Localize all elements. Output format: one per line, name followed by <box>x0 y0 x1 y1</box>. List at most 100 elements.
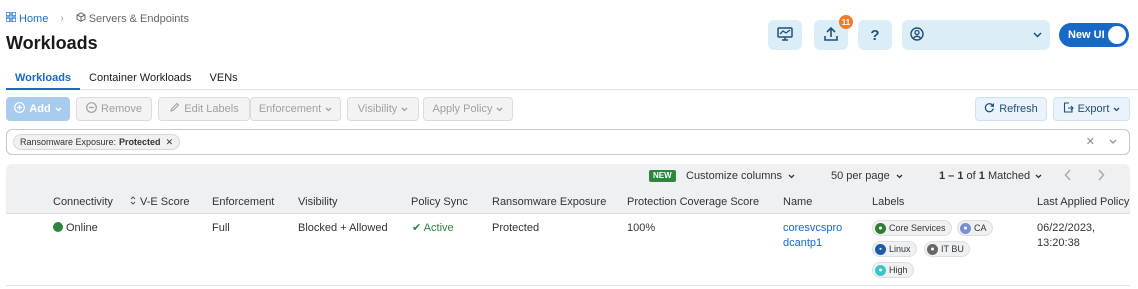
export-icon <box>1063 102 1074 116</box>
last-applied-time: 13:20:38 <box>1037 237 1080 249</box>
filter-chip[interactable]: Ransomware Exposure: Protected ✕ <box>13 134 181 150</box>
apply-policy-button[interactable]: Apply Policy <box>423 97 513 121</box>
monitor-icon <box>777 26 793 44</box>
cell-connectivity: Online <box>53 221 98 236</box>
plus-circle-icon <box>14 102 26 116</box>
per-page-label: 50 per page <box>831 170 890 182</box>
add-button[interactable]: Add <box>6 97 70 121</box>
edit-labels-button[interactable]: Edit Labels <box>158 97 250 121</box>
tab-workloads[interactable]: Workloads <box>6 68 81 90</box>
sort-icon[interactable] <box>130 196 136 208</box>
export-button[interactable]: Export <box>1053 97 1130 121</box>
label-ca-text: CA <box>974 223 987 233</box>
label-linux-text: Linux <box>889 244 911 254</box>
tab-vens[interactable]: VENs <box>201 68 247 90</box>
help-button[interactable]: ? <box>858 20 892 50</box>
breadcrumb-current-label: Servers & Endpoints <box>88 12 189 25</box>
monitor-button[interactable] <box>768 20 802 50</box>
apply-policy-label: Apply Policy <box>432 103 493 115</box>
chevron-down-icon <box>496 103 503 115</box>
col-enforcement[interactable]: Enforcement <box>212 196 274 208</box>
filter-chip-key: Ransomware Exposure: <box>20 137 117 147</box>
col-connectivity[interactable]: Connectivity <box>53 196 113 208</box>
refresh-button[interactable]: Refresh <box>975 97 1047 121</box>
grid-toolbar: NEW Customize columns 50 per page 1 – 1 … <box>6 164 1130 188</box>
label-high-text: High <box>889 265 908 275</box>
visibility-button[interactable]: Visibility <box>347 97 419 121</box>
breadcrumb-current: Servers & Endpoints <box>76 12 189 25</box>
check-icon: ✔ <box>412 222 422 234</box>
name-line-2: dcantp1 <box>783 237 823 249</box>
remove-button[interactable]: Remove <box>76 97 152 121</box>
cell-coverage: 100% <box>627 222 656 234</box>
notification-badge: 11 <box>839 15 853 29</box>
customize-columns-button[interactable]: Customize columns <box>686 170 795 182</box>
filter-actions: ✕ <box>1086 135 1117 148</box>
clear-icon[interactable]: ✕ <box>1086 135 1095 148</box>
label-it-bu-text: IT BU <box>941 244 964 254</box>
col-policy-sync[interactable]: Policy Sync <box>411 196 468 208</box>
toolbar: Add Remove Edit Labels Enforcement Visib… <box>6 97 1138 121</box>
breadcrumb-home-label: Home <box>19 12 49 25</box>
remove-chip-icon[interactable]: ✕ <box>166 137 174 148</box>
upload-button[interactable]: 11 <box>814 15 853 50</box>
chevron-down-icon <box>55 103 62 115</box>
label-it-bu: ● IT BU <box>924 241 970 257</box>
chevron-down-icon <box>325 103 332 115</box>
col-name[interactable]: Name <box>783 196 812 208</box>
export-label: Export <box>1077 103 1110 115</box>
tab-container-workloads[interactable]: Container Workloads <box>80 68 201 90</box>
label-core-services: ● Core Services <box>872 220 952 236</box>
next-page-icon[interactable] <box>1097 169 1105 184</box>
pagination-count[interactable]: 1 – 1 of 1 Matched <box>939 170 1042 182</box>
visibility-label: Visibility <box>357 103 398 115</box>
minus-circle-icon <box>86 102 97 116</box>
col-ransomware-exposure[interactable]: Ransomware Exposure <box>492 196 606 208</box>
user-icon <box>910 26 924 44</box>
cell-ransomware: Protected <box>492 222 540 234</box>
new-badge: NEW <box>649 170 676 182</box>
prev-page-icon[interactable] <box>1064 169 1072 184</box>
label-ca: ● CA <box>957 220 993 236</box>
label-core-services-text: Core Services <box>889 223 946 233</box>
workload-name-link[interactable]: coresvcspro dcantp1 <box>783 221 842 251</box>
matched-label: Matched <box>987 170 1031 182</box>
remove-label: Remove <box>101 103 142 115</box>
col-labels[interactable]: Labels <box>872 196 904 208</box>
cell-policy-sync: ✔ Active <box>412 221 454 236</box>
cell-visibility: Blocked + Allowed <box>298 222 388 234</box>
os-icon: ▪ <box>875 243 886 255</box>
col-visibility[interactable]: Visibility <box>298 196 338 208</box>
refresh-icon <box>984 102 995 116</box>
last-applied-date: 06/22/2023, <box>1037 222 1096 234</box>
col-protection-coverage[interactable]: Protection Coverage Score <box>627 196 759 208</box>
new-ui-label: New UI <box>1068 29 1105 41</box>
enforcement-button[interactable]: Enforcement <box>250 97 341 121</box>
col-last-applied-policy[interactable]: Last Applied Policy <box>1037 196 1129 208</box>
role-icon: ● <box>875 222 886 234</box>
chevron-down-icon <box>1033 29 1042 41</box>
chevron-down-icon[interactable] <box>1109 135 1117 148</box>
total-label: 1 <box>978 170 985 182</box>
chevron-down-icon <box>788 170 795 182</box>
of-label: of <box>966 170 976 182</box>
chevron-right-icon: › <box>60 13 64 24</box>
filter-chip-value: Protected <box>119 137 161 147</box>
new-ui-toggle[interactable]: New UI <box>1059 23 1129 47</box>
name-line-1: coresvcspro <box>783 222 843 234</box>
breadcrumb-home[interactable]: Home <box>5 11 49 25</box>
user-menu[interactable] <box>902 20 1050 50</box>
filter-bar[interactable]: Ransomware Exposure: Protected ✕ ✕ <box>6 129 1130 155</box>
col-ve-score[interactable]: V-E Score <box>140 196 190 208</box>
per-page-select[interactable]: 50 per page <box>831 170 903 182</box>
chevron-down-icon <box>896 170 903 182</box>
upload-icon <box>823 26 839 45</box>
add-label: Add <box>29 103 51 115</box>
table-row[interactable]: Online Full Blocked + Allowed ✔ Active P… <box>6 214 1130 286</box>
pencil-icon <box>169 102 180 116</box>
page-title: Workloads <box>6 33 98 53</box>
label-linux: ▪ Linux <box>872 241 917 257</box>
breadcrumb: Home › Servers & Endpoints <box>5 11 189 25</box>
chevron-down-icon <box>1113 103 1120 115</box>
toggle-knob <box>1108 26 1126 44</box>
